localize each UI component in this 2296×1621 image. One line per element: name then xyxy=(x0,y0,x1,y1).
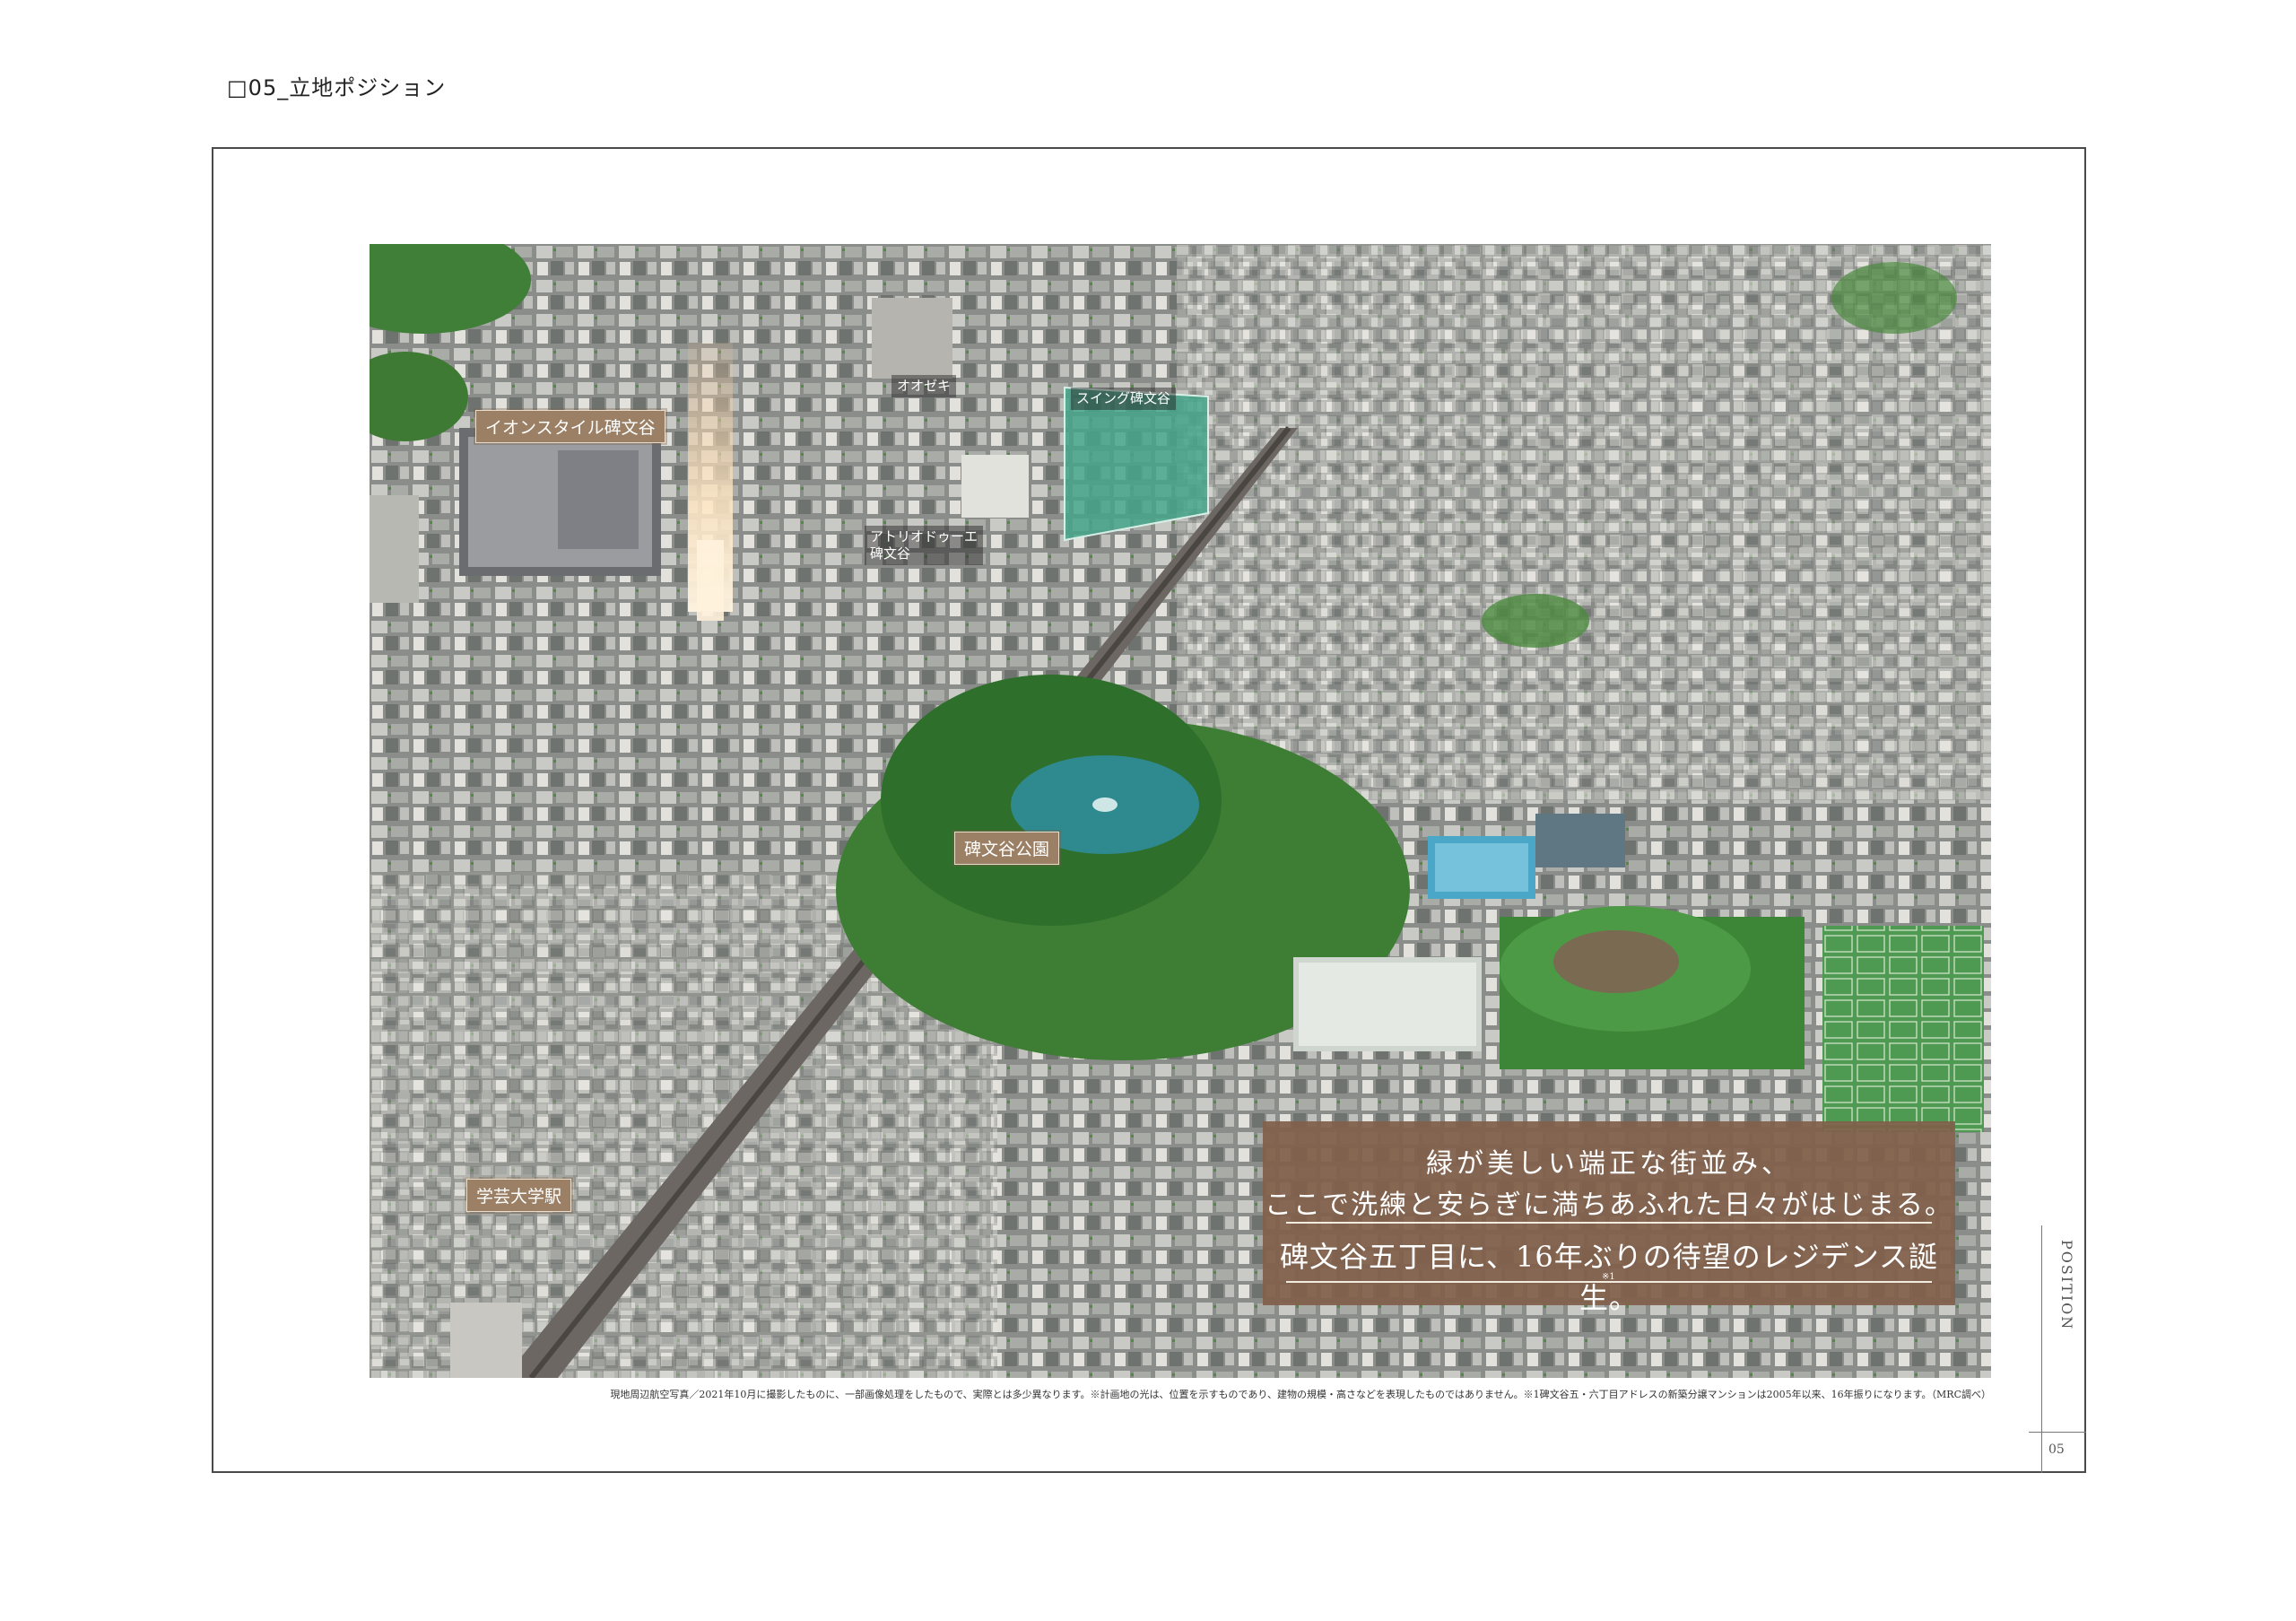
label-atelier-line2: 碑文谷 xyxy=(870,545,911,562)
label-aeon-style: イオンスタイル碑文谷 xyxy=(475,410,665,443)
aerial-photo: イオンスタイル碑文谷 オオゼキ スイング碑文谷 アトリオドゥーエ 碑文谷 碑文谷… xyxy=(370,244,1991,1378)
label-swing: スイング碑文谷 xyxy=(1071,388,1177,410)
section-label: POSITION xyxy=(2058,1240,2075,1331)
label-station: 学芸大学駅 xyxy=(466,1179,572,1212)
side-rule-horizontal xyxy=(2029,1432,2086,1433)
headline-box: 緑が美しい端正な街並み、 ここで洗練と安らぎに満ちあふれた日々がはじまる。 碑文… xyxy=(1263,1121,1955,1315)
section-title: □05_立地ポジション xyxy=(227,75,447,100)
label-park: 碑文谷公園 xyxy=(954,832,1060,865)
headline-rule-top xyxy=(1286,1222,1932,1224)
side-rule-vertical xyxy=(2041,1225,2042,1473)
label-ozeki: オオゼキ xyxy=(891,375,957,397)
headline-line1: 緑が美しい端正な街並み、 xyxy=(1426,1148,1792,1180)
page-number: 05 xyxy=(2048,1442,2065,1457)
label-atelier: アトリオドゥーエ 碑文谷 xyxy=(865,526,984,565)
photo-caption: 現地周辺航空写真／2021年10月に撮影したものに、一部画像処理をしたもので、実… xyxy=(610,1389,1991,1400)
label-atelier-line1: アトリオドゥーエ xyxy=(870,528,978,545)
headline-rule-bottom xyxy=(1286,1281,1932,1283)
headline-line2: ここで洗練と安らぎに満ちあふれた日々がはじまる。 xyxy=(1265,1190,1953,1221)
